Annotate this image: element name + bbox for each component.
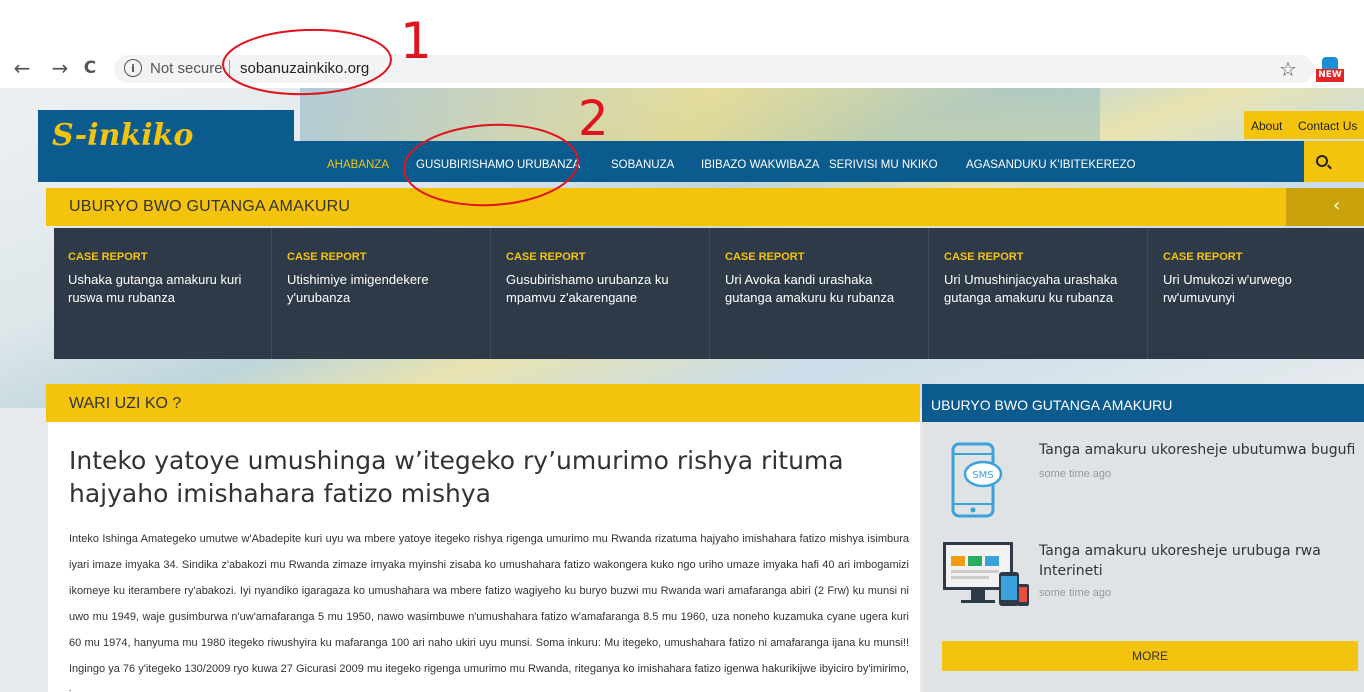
nav-item-agasanduku[interactable]: AGASANDUKU K'IBITEKEREZO [966,159,1136,171]
case-title[interactable]: Uri Umukozi w'urwego rw'umuvunyi [1163,271,1353,307]
svg-text:SMS: SMS [972,470,993,481]
tab-strip [0,0,1364,50]
nav-item-ibibazo[interactable]: IBIBAZO WAKWIBAZA [701,159,819,171]
about-link[interactable]: About [1251,119,1282,133]
forward-button[interactable]: → [48,56,72,80]
case-category: CASE REPORT [506,251,586,263]
sidebar-item-title[interactable]: Tanga amakuru ukoresheje ubutumwa bugufi [1039,440,1359,460]
bag-icon [1322,57,1338,69]
sidebar-item-time: some time ago [1039,468,1112,480]
hero-flag-graphic [300,88,1100,148]
reload-button[interactable]: C [78,56,102,80]
back-button[interactable]: ← [10,56,34,80]
nav-item-ahabanza[interactable]: AHABANZA [327,159,389,171]
banner-title: UBURYO BWO GUTANGA AMAKURU [69,198,351,215]
case-title[interactable]: Uri Umushinjacyaha urashaka gutanga amak… [944,271,1134,307]
banner-prev-button[interactable]: ‹ [1286,188,1364,226]
case-category: CASE REPORT [944,251,1024,263]
article-title[interactable]: Inteko yatoye umushinga w’itegeko ry’umu… [69,444,909,510]
extension-new-badge: NEW [1316,69,1344,82]
case-card[interactable]: CASE REPORT Utishimiye imigendekere y'ur… [273,228,491,359]
sms-phone-icon[interactable]: SMS [945,440,1007,520]
sidebar-item-time: some time ago [1039,587,1112,599]
extension-icon[interactable]: NEW [1316,55,1344,83]
devices-icon[interactable] [941,538,1031,616]
case-title[interactable]: Gusubirishamo urubanza ku mpamvu z'akare… [506,271,696,307]
sidebar-title: UBURYO BWO GUTANGA AMAKURU [931,397,1173,413]
info-icon[interactable]: i [124,59,142,77]
article-body: Inteko Ishinga Amategeko umutwe w'Abadep… [69,533,909,692]
case-title[interactable]: Uri Avoka kandi urashaka gutanga amakuru… [725,271,915,307]
nav-item-serivisi[interactable]: SERIVISI MU NKIKO [829,159,938,171]
case-category: CASE REPORT [287,251,367,263]
case-title[interactable]: Utishimiye imigendekere y'urubanza [287,271,477,307]
url-separator [229,60,230,78]
case-category: CASE REPORT [725,251,805,263]
sidebar-item-title[interactable]: Tanga amakuru ukoresheje urubuga rwa Int… [1039,541,1359,581]
url-text[interactable]: sobanuzainkiko.org [240,60,369,77]
case-card[interactable]: CASE REPORT Uri Umukozi w'urwego rw'umuv… [1149,228,1364,359]
contact-link[interactable]: Contact Us [1298,119,1357,133]
case-card[interactable]: CASE REPORT Ushaka gutanga amakuru kuri … [54,228,272,359]
nav-item-gusubirishamo[interactable]: GUSUBIRISHAMO URUBANZA [416,159,580,171]
more-button[interactable]: MORE [942,641,1358,671]
section-title: WARI UZI KO ? [69,395,182,412]
nav-item-sobanuza[interactable]: SOBANUZA [611,159,674,171]
case-card[interactable]: CASE REPORT Uri Umushinjacyaha urashaka … [930,228,1148,359]
security-label[interactable]: Not secure [150,60,223,77]
case-category: CASE REPORT [68,251,148,263]
case-title[interactable]: Ushaka gutanga amakuru kuri ruswa mu rub… [68,271,258,307]
bookmark-star-icon[interactable]: ☆ [1279,57,1297,81]
site-logo[interactable]: S-inkiko [38,110,294,170]
case-card[interactable]: CASE REPORT Uri Avoka kandi urashaka gut… [711,228,929,359]
search-icon [1316,155,1328,167]
case-card[interactable]: CASE REPORT Gusubirishamo urubanza ku mp… [492,228,710,359]
search-button[interactable] [1304,141,1364,182]
case-category: CASE REPORT [1163,251,1243,263]
